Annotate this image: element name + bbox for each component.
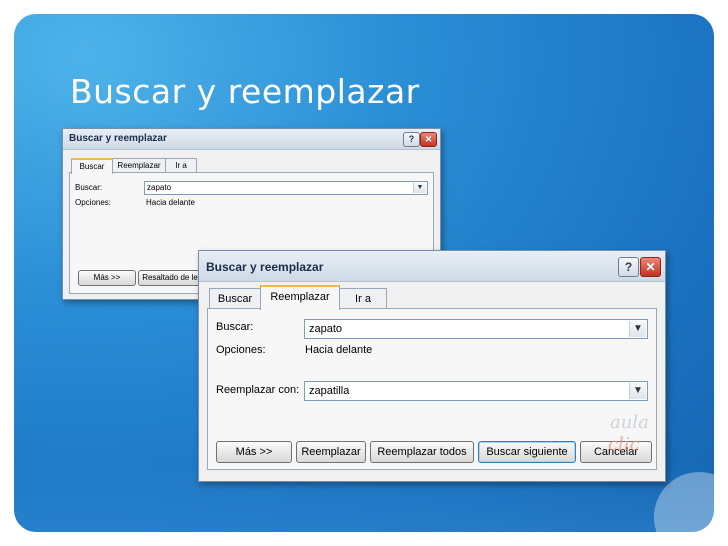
watermark-line1: aula [610,412,649,433]
tab-ir-a[interactable]: Ir a [165,158,197,173]
options-label: Opciones: [75,198,112,207]
find-next-button[interactable]: Buscar siguiente [478,441,576,463]
replace-all-button[interactable]: Reemplazar todos [370,441,474,463]
dialog-title: Buscar y reemplazar [206,260,324,274]
chevron-down-icon[interactable]: ▼ [629,321,646,337]
find-combo[interactable]: zapato ▼ [144,181,428,195]
chevron-down-icon[interactable]: ▼ [413,183,426,193]
find-combo[interactable]: zapato ▼ [304,319,648,339]
tab-label: Reemplazar [270,291,330,303]
find-label: Buscar: [216,321,254,333]
replace-combo[interactable]: zapatilla ▼ [304,381,648,401]
options-value: Hacia delante [146,198,195,207]
tab-panel: Buscar: zapato ▼ Opciones: Hacia delante… [207,308,657,470]
tab-buscar[interactable]: Buscar [209,288,261,309]
dialog-titlebar: Buscar y reemplazar ? ✕ [63,129,440,150]
more-button[interactable]: Más >> [78,270,136,286]
replace-button[interactable]: Reemplazar [296,441,366,463]
tab-ir-a[interactable]: Ir a [339,288,387,309]
find-label: Buscar: [75,183,103,192]
dialog-titlebar: Buscar y reemplazar ? ✕ [199,251,665,282]
tab-label: Buscar [217,293,253,305]
replace-label: Reemplazar con: [216,384,300,396]
dialog-title: Buscar y reemplazar [69,133,167,144]
tab-label: Buscar [79,162,105,171]
options-label: Opciones: [216,344,266,356]
find-value: zapato [309,323,343,335]
tab-reemplazar[interactable]: Reemplazar [260,285,340,310]
chevron-down-icon[interactable]: ▼ [629,383,646,399]
close-icon[interactable]: ✕ [640,257,661,277]
help-icon[interactable]: ? [618,257,639,277]
options-value: Hacia delante [305,344,373,356]
watermark-line2: clic [608,434,640,455]
watermark-logo: aula clic [596,412,656,472]
slide-title: Buscar y reemplazar [70,72,420,111]
find-value: zapato [147,183,172,192]
help-icon[interactable]: ? [403,132,420,147]
close-icon[interactable]: ✕ [420,132,437,147]
tab-label: Ir a [355,293,371,305]
tab-buscar[interactable]: Buscar [71,158,113,174]
tab-label: Ir a [175,161,187,170]
tab-reemplazar[interactable]: Reemplazar [112,158,166,173]
more-button[interactable]: Más >> [216,441,292,463]
highlight-button[interactable]: Resaltado de lec [138,270,206,286]
replace-value: zapatilla [309,385,350,397]
tab-label: Reemplazar [117,161,161,170]
